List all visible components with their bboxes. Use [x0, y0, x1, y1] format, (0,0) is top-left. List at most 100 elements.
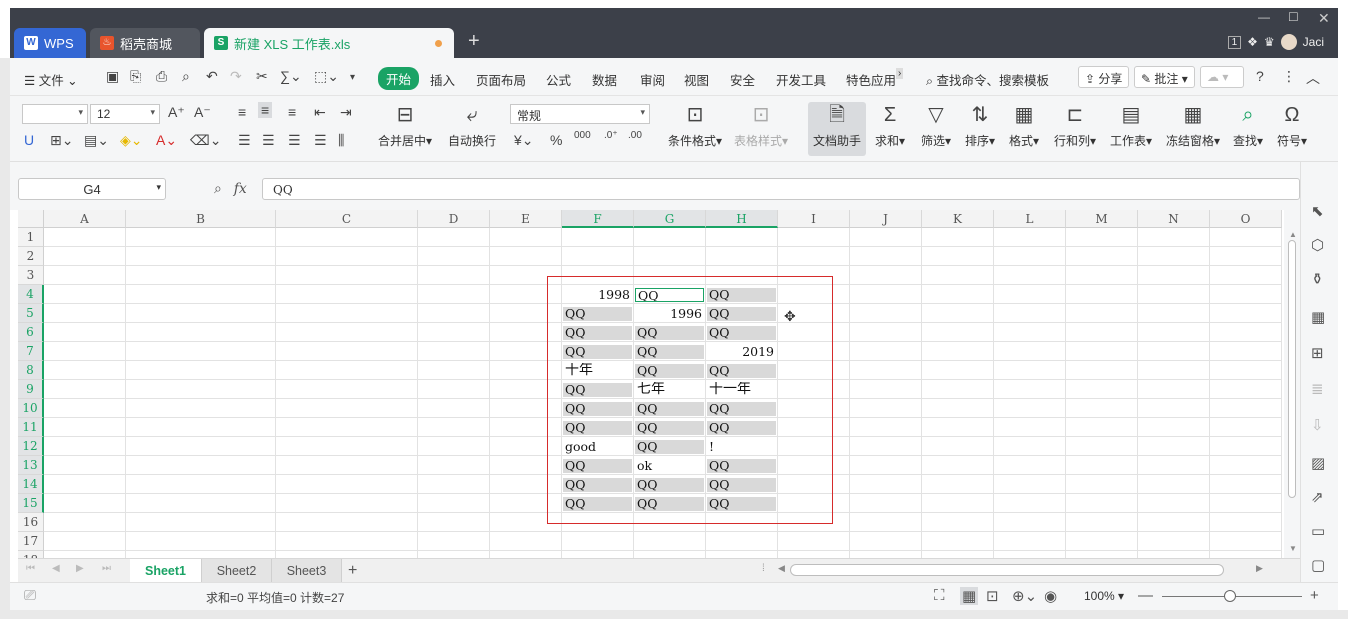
table-style-button[interactable]: ⊡ 表格样式▾: [730, 102, 792, 149]
horizontal-scroll-thumb[interactable]: [790, 564, 1224, 576]
fill-color-icon[interactable]: ◈⌄: [120, 132, 143, 149]
align-left-icon[interactable]: ☰: [238, 132, 251, 149]
maximize-icon[interactable]: ☐: [1288, 10, 1299, 24]
shapes-icon[interactable]: ⬡: [1311, 236, 1324, 254]
indent-decrease-icon[interactable]: ⇤: [314, 104, 326, 121]
menu-formulas[interactable]: 公式: [546, 70, 571, 89]
menu-security[interactable]: 安全: [730, 70, 755, 89]
prev-sheet-icon[interactable]: ◀: [52, 563, 60, 574]
vertical-scroll-thumb[interactable]: [1288, 240, 1296, 498]
worksheet-button[interactable]: ▤ 工作表▾: [1106, 102, 1156, 149]
share-button[interactable]: ⇪ 分享: [1078, 66, 1130, 88]
zoom-formula-icon[interactable]: ⌕: [214, 180, 222, 196]
skin-icon[interactable]: ❖: [1247, 35, 1258, 49]
new-tab-plus-icon[interactable]: +: [468, 30, 480, 53]
zoom-out-icon[interactable]: —: [1138, 587, 1153, 604]
tab-current-workbook[interactable]: S 新建 XLS 工作表.xls: [204, 28, 454, 58]
doc-helper-button[interactable]: 🗎 文档助手: [808, 102, 866, 156]
sheet-tab-3[interactable]: Sheet3: [272, 559, 342, 583]
underline-icon[interactable]: U: [24, 132, 34, 148]
column-header-o[interactable]: O: [1210, 210, 1282, 228]
align-bottom-icon[interactable]: ≡: [288, 104, 296, 120]
find-button[interactable]: ⌕ 查找▾: [1228, 102, 1268, 149]
row-col-button[interactable]: ⊏ 行和列▾: [1050, 102, 1100, 149]
user-area[interactable]: 1 ❖ ♛ Jaci: [1227, 34, 1324, 50]
row-header-2[interactable]: 2: [18, 247, 44, 266]
symbol-button[interactable]: Ω 符号▾: [1272, 102, 1312, 149]
align-top-icon[interactable]: ≡: [238, 104, 246, 120]
tab-wps-home[interactable]: W WPS: [14, 28, 86, 58]
fx-icon[interactable]: fx: [234, 181, 247, 197]
formula-input[interactable]: QQ: [262, 178, 1300, 200]
row-header-3[interactable]: 3: [18, 266, 44, 285]
menu-special-apps[interactable]: 特色应用: [846, 70, 896, 89]
currency-icon[interactable]: ¥⌄: [514, 132, 534, 149]
scroll-right-icon[interactable]: ▶: [1256, 563, 1263, 574]
conditional-format-button[interactable]: ⊡ 条件格式▾: [662, 102, 728, 149]
scroll-down-icon[interactable]: ▼: [1289, 544, 1297, 553]
number-format-select[interactable]: 常规 ▾: [510, 104, 650, 124]
style-bucket-icon[interactable]: ⚱: [1311, 270, 1324, 288]
sum-button[interactable]: Σ 求和▾: [870, 102, 910, 149]
row-header-4[interactable]: 4: [18, 285, 44, 304]
row-header-10[interactable]: 10: [18, 399, 44, 418]
menu-home[interactable]: 开始: [378, 67, 420, 90]
sheet-tab-1[interactable]: Sheet1: [130, 559, 202, 583]
increase-decimal-icon[interactable]: .0⁺: [604, 130, 618, 141]
zoom-level[interactable]: 100% ▾: [1084, 589, 1124, 603]
name-box[interactable]: G4 ▾: [18, 178, 166, 200]
vertical-scrollbar[interactable]: ▲ ▼: [1284, 210, 1300, 558]
select-all-corner[interactable]: [18, 210, 44, 228]
hscroll-split-icon[interactable]: ⁞: [762, 563, 765, 574]
normal-view-icon[interactable]: ▦: [960, 587, 979, 605]
reading-layout-icon[interactable]: ⊕⌄: [1012, 587, 1037, 605]
scroll-up-icon[interactable]: ▲: [1289, 230, 1297, 239]
column-header-e[interactable]: E: [490, 210, 562, 228]
clear-eraser-icon[interactable]: ⌫⌄: [190, 132, 222, 149]
row-header-5[interactable]: 5: [18, 304, 44, 323]
undo-icon[interactable]: ↶: [206, 68, 218, 85]
comment-button[interactable]: ✎ 批注 ▾: [1134, 66, 1195, 88]
macro-record-icon[interactable]: ⎚: [24, 587, 36, 604]
merge-center-button[interactable]: ⊟ 合并居中▾: [374, 102, 436, 149]
select-pointer-icon[interactable]: ⬉: [1311, 202, 1324, 220]
indent-increase-icon[interactable]: ⇥: [340, 104, 352, 121]
sheet-tab-2[interactable]: Sheet2: [202, 559, 272, 583]
row-header-6[interactable]: 6: [18, 323, 44, 342]
decrease-font-icon[interactable]: A⁻: [194, 104, 211, 121]
row-header-1[interactable]: 1: [18, 228, 44, 247]
column-header-h[interactable]: H: [706, 210, 778, 228]
distributed-icon[interactable]: ⫼: [338, 132, 344, 149]
column-header-a[interactable]: A: [44, 210, 126, 228]
redo-icon[interactable]: ↷: [230, 68, 242, 85]
cloud-sync-icon[interactable]: ☁ ▾: [1200, 66, 1244, 88]
column-header-d[interactable]: D: [418, 210, 490, 228]
list-icon[interactable]: ≣: [1311, 380, 1324, 398]
fullscreen-icon[interactable]: ⛶: [934, 587, 945, 604]
help-icon[interactable]: ?: [1256, 68, 1264, 84]
column-header-f[interactable]: F: [562, 210, 634, 228]
menu-overflow-chevron-icon[interactable]: ›: [896, 68, 904, 79]
download-icon[interactable]: ⇩: [1311, 416, 1324, 434]
first-sheet-icon[interactable]: ⏮: [26, 563, 35, 574]
print-icon[interactable]: ⎙: [156, 68, 167, 85]
row-header-15[interactable]: 15: [18, 494, 44, 513]
format-button[interactable]: ▦ 格式▾: [1004, 102, 1044, 149]
minimize-icon[interactable]: —: [1258, 10, 1270, 24]
freeze-panes-button[interactable]: ▦ 冻结窗格▾: [1162, 102, 1224, 149]
wrap-text-button[interactable]: ⤶ 自动换行: [444, 102, 500, 149]
borders-icon[interactable]: ⊞⌄: [50, 132, 73, 149]
zoom-slider-knob[interactable]: [1224, 590, 1236, 602]
format-painter-icon[interactable]: ⬚⌄: [314, 68, 339, 85]
row-header-7[interactable]: 7: [18, 342, 44, 361]
row-header-14[interactable]: 14: [18, 475, 44, 494]
next-sheet-icon[interactable]: ▶: [76, 563, 84, 574]
file-menu[interactable]: ☰ 文件 ⌄: [24, 70, 78, 89]
more-options-icon[interactable]: ⋮: [1282, 68, 1296, 85]
font-size-select[interactable]: 12 ▾: [90, 104, 160, 124]
customize-arrow-icon[interactable]: ▾: [350, 72, 355, 83]
close-icon[interactable]: ✕: [1318, 10, 1330, 27]
cut-icon[interactable]: ✂: [256, 68, 268, 85]
share-out-icon[interactable]: ⇗: [1311, 488, 1324, 506]
menu-review[interactable]: 审阅: [640, 70, 665, 89]
